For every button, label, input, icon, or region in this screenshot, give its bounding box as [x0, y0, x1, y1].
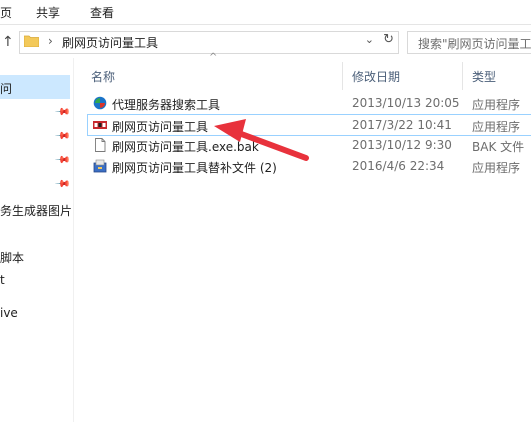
nav-item-5[interactable]: ive	[0, 306, 18, 320]
file-name: 刷网页访问量工具	[112, 120, 209, 134]
ribbon-tabs: 页 共享 查看	[0, 0, 531, 25]
file-date: 2016/4/6 22:34	[352, 159, 445, 173]
breadcrumb-chevron-icon[interactable]: ›	[48, 34, 53, 48]
search-placeholder: 搜索"刷网页访问量工具	[418, 37, 531, 51]
file-date: 2017/3/22 10:41	[352, 118, 452, 132]
installer-icon	[93, 159, 107, 173]
nav-item-4[interactable]: t	[0, 273, 5, 287]
refresh-icon[interactable]: ↻	[383, 32, 394, 47]
column-header: 名称 修改日期 类型	[80, 60, 531, 90]
tab-share[interactable]: 共享	[36, 4, 60, 21]
column-separator[interactable]	[462, 62, 463, 90]
search-input[interactable]: 搜索"刷网页访问量工具	[407, 31, 531, 54]
file-type: BAK 文件	[472, 140, 525, 154]
nav-item-2[interactable]: 务生成器图片	[0, 202, 72, 219]
chevron-down-icon[interactable]: ⌄	[365, 33, 374, 46]
file-name: 刷网页访问量工具.exe.bak	[112, 140, 259, 154]
address-path[interactable]: 刷网页访问量工具	[62, 34, 158, 51]
tab-view[interactable]: 查看	[90, 4, 114, 21]
address-bar[interactable]: › 刷网页访问量工具 ⌄ ↻	[19, 31, 399, 54]
file-row[interactable]: 刷网页访问量工具.exe.bak 2013/10/12 9:30 BAK 文件	[88, 135, 531, 155]
file-row[interactable]: 刷网页访问量工具替补文件 (2) 2016/4/6 22:34 应用程序	[88, 156, 531, 176]
red-app-icon	[93, 121, 107, 129]
folder-icon	[24, 35, 39, 47]
nav-item-1[interactable]: 问	[0, 80, 12, 97]
up-arrow-icon[interactable]: ↑	[2, 34, 14, 50]
globe-app-icon	[93, 96, 107, 110]
column-name[interactable]: 名称	[91, 68, 115, 85]
file-type: 应用程序	[472, 98, 521, 112]
file-type: 应用程序	[472, 120, 521, 134]
document-icon	[95, 138, 106, 152]
nav-item-3[interactable]: 脚本	[0, 249, 24, 266]
column-date[interactable]: 修改日期	[352, 68, 400, 85]
file-name: 刷网页访问量工具替补文件 (2)	[112, 161, 277, 175]
file-date: 2013/10/13 20:05	[352, 96, 460, 110]
tab-page[interactable]: 页	[0, 4, 12, 21]
column-separator[interactable]	[342, 62, 343, 90]
column-type[interactable]: 类型	[472, 68, 496, 85]
pane-divider[interactable]	[73, 58, 74, 422]
file-type: 应用程序	[472, 161, 521, 175]
file-date: 2013/10/12 9:30	[352, 138, 452, 152]
file-row[interactable]: 代理服务器搜索工具 2013/10/13 20:05 应用程序	[88, 93, 531, 113]
file-name: 代理服务器搜索工具	[112, 98, 221, 112]
file-row-selected[interactable]: 刷网页访问量工具 2017/3/22 10:41 应用程序	[87, 114, 531, 136]
